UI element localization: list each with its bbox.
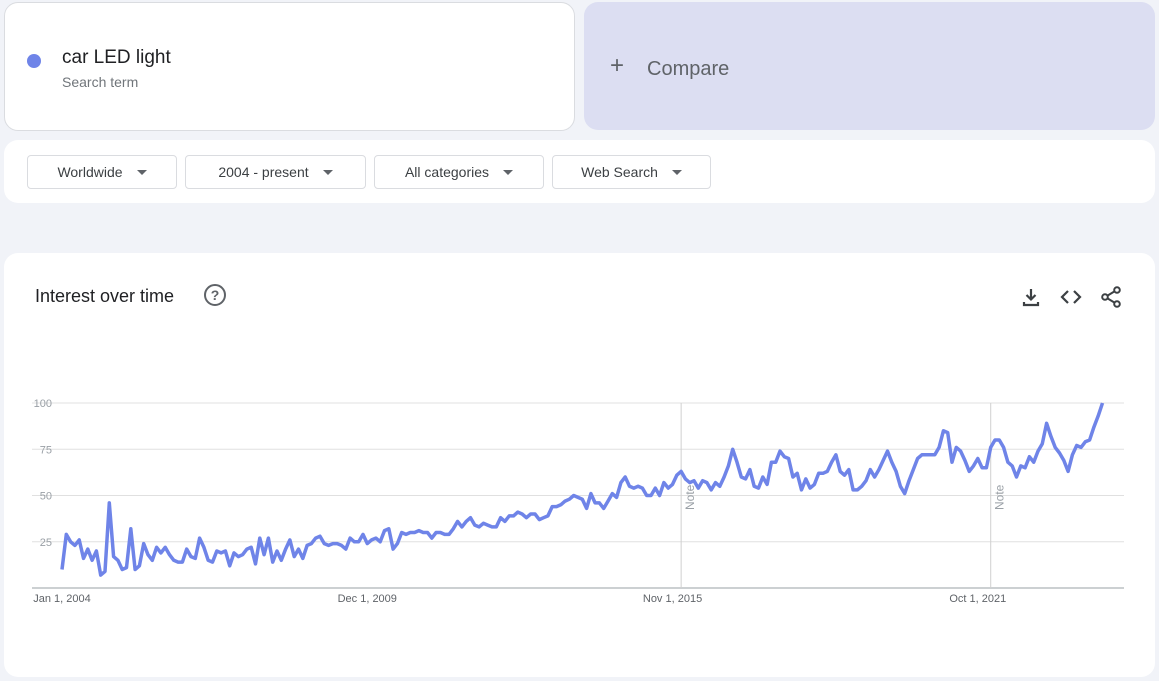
dropdown-arrow-icon [503, 169, 514, 175]
y-tick-label: 75 [40, 444, 52, 456]
search-term-card[interactable]: car LED light Search term [4, 2, 575, 131]
x-axis-labels: Jan 1, 2004 Dec 1, 2009 Nov 1, 2015 Oct 1, … [33, 593, 1006, 605]
compare-label: Compare [647, 58, 730, 80]
filter-bar: Worldwide 2004 - present All categories … [4, 140, 1155, 203]
y-tick-label: 100 [34, 398, 52, 410]
time-range-label: 2004 - present [218, 164, 309, 180]
note-marker[interactable]: Note [993, 484, 1007, 510]
search-term-subtitle: Search term [62, 74, 139, 90]
time-range-dropdown[interactable]: 2004 - present [185, 155, 366, 189]
note-marker[interactable]: Note [683, 484, 697, 510]
category-label: All categories [404, 164, 490, 180]
plus-icon: + [610, 52, 625, 79]
x-tick-label: Dec 1, 2009 [338, 593, 397, 605]
dropdown-arrow-icon [322, 169, 333, 175]
series-line[interactable] [60, 402, 1105, 577]
region-label: Worldwide [57, 164, 123, 180]
search-property-dropdown[interactable]: Web Search [552, 155, 711, 189]
y-tick-label: 50 [40, 491, 52, 503]
search-term-name[interactable]: car LED light [62, 47, 171, 69]
category-dropdown[interactable]: All categories [374, 155, 544, 189]
interest-over-time-chart: Note Note 25 50 75 100 Jan 1, 2004 Dec 1, 200… [32, 398, 1124, 605]
region-dropdown[interactable]: Worldwide [27, 155, 177, 189]
dropdown-arrow-icon [136, 169, 147, 175]
x-tick-label: Oct 1, 2021 [949, 593, 1006, 605]
y-tick-label: 25 [40, 537, 52, 549]
compare-button[interactable]: + Compare [584, 2, 1155, 130]
x-tick-label: Jan 1, 2004 [33, 593, 91, 605]
interest-over-time-card: Interest over time ? Note Note 25 50 75 100 … [4, 253, 1155, 677]
y-axis-labels: 25 50 75 100 [34, 398, 52, 549]
chart-series [60, 402, 1105, 577]
search-property-label: Web Search [581, 164, 658, 180]
series-color-dot [27, 54, 41, 68]
x-tick-label: Nov 1, 2015 [643, 593, 702, 605]
dropdown-arrow-icon [671, 169, 682, 175]
